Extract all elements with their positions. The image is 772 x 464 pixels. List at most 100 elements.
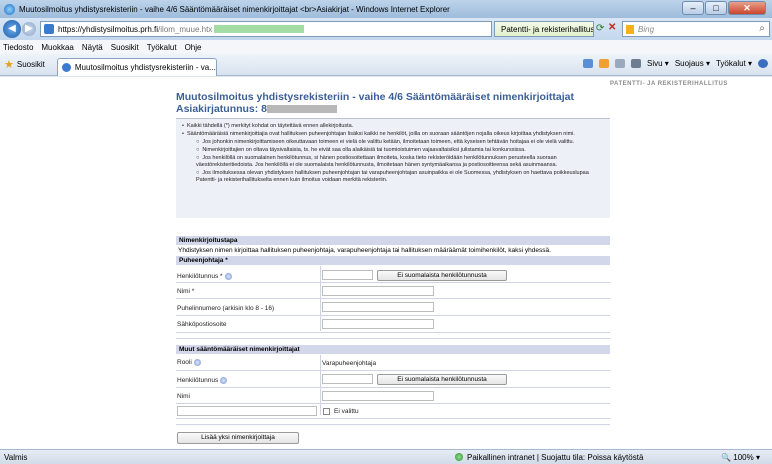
menu-suosikit[interactable]: Suosikit	[111, 43, 139, 52]
ei-suomalaista-button-2[interactable]: Ei suomalaista henkilötunnusta	[377, 374, 507, 385]
address-bar[interactable]: https://yhdistysilmoitus.prh.fi /ilom_mu…	[40, 21, 492, 37]
document-id-label: Asiakirjatunnus: 8	[176, 103, 268, 115]
document-id-redacted	[267, 105, 338, 114]
navigation-bar: ◀ ▶ https://yhdistysilmoitus.prh.fi /ilo…	[0, 18, 772, 40]
home-icon[interactable]	[583, 59, 593, 68]
sahkoposti-input[interactable]	[322, 319, 434, 329]
nimi-label: Nimi *	[177, 288, 195, 295]
refresh-icon[interactable]: ⟳	[596, 23, 604, 34]
help-info-icon[interactable]	[220, 377, 228, 384]
nimenkirjoitustapa-text: Yhdistyksen nimen kirjoittaa hallituksen…	[178, 247, 551, 254]
tab-label: Muutosilmoitus yhdistysrekisteriin - va.…	[74, 62, 216, 72]
row-divider	[176, 403, 610, 404]
status-text: Valmis	[4, 452, 28, 462]
intranet-globe-icon	[455, 453, 463, 461]
window-titlebar: Muutosilmoitus yhdistysrekisteriin - vai…	[0, 0, 772, 18]
url-path: /ilom_muue.htx	[158, 24, 213, 34]
page-menu[interactable]: Sivu ▾	[647, 59, 669, 68]
nimi-label-2: Nimi	[177, 393, 190, 400]
favorites-bar: ★ Suosikit Muutosilmoitus yhdistysrekist…	[0, 54, 772, 76]
sahkoposti-label: Sähköpostiosoite	[177, 321, 227, 328]
close-button[interactable]: ✕	[728, 1, 766, 15]
help-icon[interactable]	[758, 59, 768, 68]
zone-indicator: Paikallinen intranet | Suojattu tila: Po…	[455, 453, 643, 462]
info-bullet: Sääntömääräisiä nimenkirjoittajia ovat h…	[182, 131, 604, 138]
security-text: Patentti- ja rekisterihallitus [FI]	[501, 24, 594, 34]
minimize-button[interactable]: –	[682, 1, 704, 15]
henkilotunnus-input-2[interactable]	[322, 374, 373, 384]
feeds-icon[interactable]	[599, 59, 609, 68]
menu-tyokalut[interactable]: Työkalut	[147, 43, 177, 52]
tools-menu[interactable]: Työkalut ▾	[716, 59, 752, 68]
rooli-value: Varapuheenjohtaja	[322, 360, 377, 367]
window-title: Muutosilmoitus yhdistysrekisteriin - vai…	[19, 4, 450, 14]
menu-bar: Tiedosto Muokkaa Näytä Suosikit Työkalut…	[0, 40, 772, 54]
page-content: PATENTTI- JA REKISTERIHALLITUS Muutosilm…	[0, 77, 772, 449]
menu-muokkaa[interactable]: Muokkaa	[41, 43, 73, 52]
henkilotunnus-input[interactable]	[322, 270, 373, 280]
ei-suomalaista-button[interactable]: Ei suomalaista henkilötunnusta	[377, 270, 507, 281]
row-divider	[176, 370, 610, 371]
page-title: Muutosilmoitus yhdistysrekisteriin - vai…	[176, 91, 616, 115]
nimi-input[interactable]	[322, 286, 434, 296]
puhelinnumero-input[interactable]	[322, 302, 434, 312]
ie-logo-icon	[4, 3, 15, 15]
henkilotunnus-label-2: Henkilötunnus	[177, 377, 228, 384]
rooli-label: Rooli	[177, 359, 201, 366]
menu-ohje[interactable]: Ohje	[185, 43, 202, 52]
form-divider	[320, 355, 321, 415]
help-info-icon[interactable]	[224, 273, 232, 280]
url-redacted	[214, 25, 305, 33]
info-subbullet: Jos henkilöllä on suomalainen henkilötun…	[196, 155, 604, 169]
ei-valittu-checkbox[interactable]	[323, 408, 330, 415]
row-divider	[176, 338, 610, 339]
search-icon[interactable]: ⌕	[759, 23, 765, 34]
bing-icon	[626, 24, 634, 34]
back-button[interactable]: ◀	[3, 20, 21, 38]
window-controls: – □ ✕	[681, 1, 766, 15]
forward-button[interactable]: ▶	[22, 22, 36, 36]
section-muut-nimenkirjoittajat: Muut sääntömääräiset nimenkirjoittajat	[176, 345, 610, 354]
row-divider	[176, 282, 610, 283]
print-icon[interactable]	[631, 59, 641, 68]
info-subbullet: Jos ilmoituksessa olevan yhdistyksen hal…	[196, 170, 604, 184]
instructions-box: Kaikki tähdellä (*) merkityt kohdat on t…	[176, 118, 610, 218]
row-divider	[176, 315, 610, 316]
zone-text: Paikallinen intranet | Suojattu tila: Po…	[467, 452, 644, 462]
row-divider	[176, 424, 610, 425]
url-host: https://yhdistysilmoitus.prh.fi	[58, 24, 159, 34]
section-puheenjohtaja: Puheenjohtaja *	[176, 256, 610, 265]
favorites-star-icon[interactable]: ★	[4, 58, 14, 71]
security-report[interactable]: Patentti- ja rekisterihallitus [FI]	[494, 21, 594, 37]
favorites-button[interactable]: Suosikit	[17, 60, 45, 69]
page-icon	[44, 24, 54, 34]
info-subbullet: Jos johonkin nimenkirjoittamiseen oikeut…	[196, 139, 604, 146]
status-bar: Valmis Paikallinen intranet | Suojattu t…	[0, 449, 772, 464]
browser-tab[interactable]: Muutosilmoitus yhdistysrekisteriin - va.…	[56, 57, 217, 76]
maximize-button[interactable]: □	[705, 1, 727, 15]
extra-input[interactable]	[177, 406, 317, 416]
henkilotunnus-label: Henkilötunnus *	[177, 273, 232, 280]
safety-menu[interactable]: Suojaus ▾	[675, 59, 710, 68]
help-info-icon[interactable]	[193, 359, 201, 366]
search-placeholder: Bing	[638, 24, 655, 34]
row-divider	[176, 418, 610, 419]
row-divider	[176, 298, 610, 299]
puhelinnumero-label: Puhelinnumero (arkisin klo 8 - 16)	[177, 305, 275, 312]
row-divider	[176, 387, 610, 388]
page-title-text: Muutosilmoitus yhdistysrekisteriin - vai…	[176, 91, 574, 103]
row-divider	[176, 332, 610, 333]
search-box[interactable]: Bing ⌕	[622, 21, 770, 37]
command-bar: Sivu ▾ Suojaus ▾ Työkalut ▾	[577, 59, 768, 68]
menu-nayta[interactable]: Näytä	[82, 43, 103, 52]
info-bullet: Kaikki tähdellä (*) merkityt kohdat on t…	[182, 123, 604, 130]
stop-icon[interactable]: ✕	[608, 22, 616, 33]
nimi-input-2[interactable]	[322, 391, 434, 401]
mail-icon[interactable]	[615, 59, 625, 68]
info-subbullet: Nimenkirjoittajien on oltava täysivaltai…	[196, 147, 604, 154]
menu-tiedosto[interactable]: Tiedosto	[3, 43, 33, 52]
tab-page-icon	[61, 62, 71, 72]
add-signatory-button[interactable]: Lisää yksi nimenkirjoittaja	[177, 432, 299, 444]
ei-valittu-label: Ei valittu	[334, 408, 359, 415]
zoom-level[interactable]: 🔍 100% ▾	[721, 453, 760, 462]
